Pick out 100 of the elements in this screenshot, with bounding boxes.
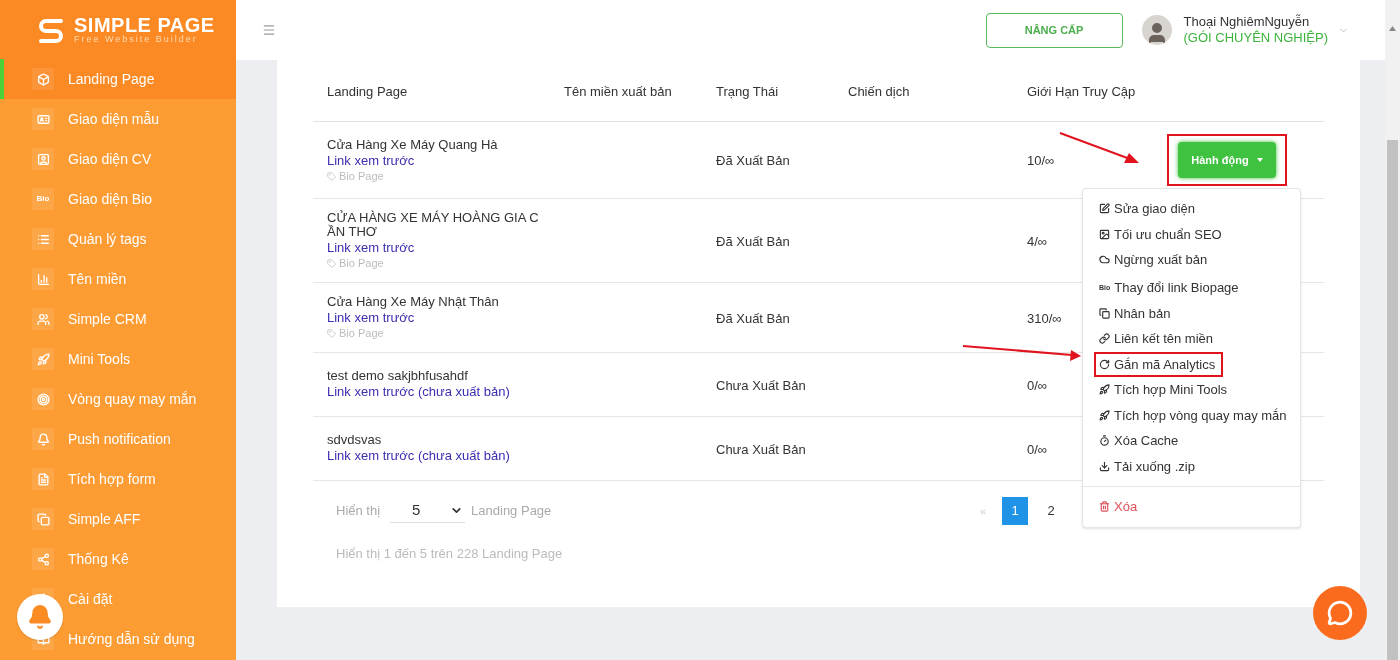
cube-icon <box>36 72 50 86</box>
trash-icon <box>1099 501 1110 513</box>
copy-icon <box>36 512 50 526</box>
bio-icon: Bio <box>36 193 50 205</box>
sidebar-item[interactable]: Bio Giao diện Bio <box>0 179 236 219</box>
preview-link[interactable]: Link xem trước <box>327 151 415 170</box>
preview-link[interactable]: Link xem trước <box>327 309 415 327</box>
previous-page-button[interactable]: « <box>979 502 986 520</box>
sidebar-item-label: Quản lý tags <box>68 229 147 249</box>
avatar[interactable] <box>1141 15 1172 45</box>
logo[interactable]: SIMPLE PAGE Free Website Builder <box>0 0 236 59</box>
user-plan: (GÓI CHUYÊN NGHIỆP) <box>1183 30 1328 46</box>
scroll-up-icon[interactable] <box>1389 26 1396 31</box>
sidebar-item-label: Giao diện CV <box>68 149 152 169</box>
action-button[interactable]: Hành động <box>1178 142 1276 178</box>
column-header: Tên miền xuất bản <box>564 83 672 99</box>
landing-page-name: Cửa Hàng Xe Máy Quang Hà <box>327 137 499 152</box>
menu-item[interactable]: Tích hợp vòng quay may mắn <box>1094 402 1295 428</box>
refresh-icon <box>1099 358 1110 370</box>
sidebar-item-label: Simple AFF <box>68 509 141 529</box>
image-icon <box>1099 228 1110 240</box>
menu-icon[interactable] <box>262 23 276 37</box>
table-cell: 4/∞ <box>1027 233 1048 249</box>
logo-title: SIMPLE PAGE <box>74 15 215 35</box>
table-cell: 10/∞ <box>1027 153 1055 168</box>
sidebar-item[interactable]: Tích hợp form <box>0 459 236 499</box>
menu-item[interactable]: Liên kết tên miền <box>1094 326 1221 352</box>
column-header: Chiến dịch <box>848 83 910 99</box>
sidebar-item[interactable]: Giao diện mẫu <box>0 99 236 139</box>
column-header: Landing Page <box>327 83 408 99</box>
menu-item[interactable]: Nhân bản <box>1094 300 1179 326</box>
sidebar-item[interactable]: Quản lý tags <box>0 219 236 259</box>
tag-label: Bio Page <box>339 327 384 340</box>
sidebar-item[interactable]: Tên miền <box>0 259 236 299</box>
sidebar-item-label: Simple CRM <box>68 309 147 329</box>
logo-subtitle: Free Website Builder <box>74 35 199 44</box>
preview-link[interactable]: Link xem trước <box>327 239 415 257</box>
upgrade-button[interactable]: NÂNG CẤP <box>985 12 1123 48</box>
landing-page-name: Cửa Hàng Xe Máy Nhật Thân <box>327 295 500 309</box>
page-size-select[interactable]: 5 <box>390 499 466 523</box>
chat-icon <box>1327 600 1353 626</box>
preview-link[interactable]: Link xem trước (chưa xuất bản) <box>327 446 510 465</box>
landing-page-name: test demo sakjbhfusahdf <box>327 368 469 383</box>
user-card-icon <box>36 152 50 166</box>
list-icon <box>36 232 50 246</box>
tag-icon <box>327 171 336 181</box>
id-card-icon <box>36 112 50 126</box>
edit-icon <box>1099 203 1110 215</box>
menu-item[interactable]: Tích hợp Mini Tools <box>1094 377 1236 403</box>
sidebar-item[interactable]: Mini Tools <box>0 339 236 379</box>
menu-item[interactable]: Ngừng xuất bản <box>1094 247 1216 273</box>
tag-icon <box>327 259 336 268</box>
caret-icon <box>1256 158 1263 162</box>
preview-link[interactable]: Link xem trước (chưa xuất bản) <box>327 382 510 401</box>
menu-item[interactable]: Xóa Cache <box>1094 428 1187 454</box>
menu-item[interactable]: Xóa <box>1094 494 1146 520</box>
sidebar-item-label: Vòng quay may mắn <box>68 389 197 409</box>
page-button[interactable]: 1 <box>1002 497 1028 525</box>
tag-label: Bio Page <box>339 257 384 270</box>
column-header: Giới Hạn Truy Cập <box>1027 83 1136 99</box>
menu-item[interactable]: Tối ưu chuẩn SEO <box>1094 221 1230 247</box>
show-label: Hiển thị <box>336 502 381 521</box>
sidebar-item-label: Giao diện mẫu <box>68 109 160 129</box>
unit-label: Landing Page <box>471 502 552 521</box>
sidebar-item-label: Tên miền <box>68 269 127 289</box>
sidebar-item[interactable]: Simple AFF <box>0 499 236 539</box>
table-cell: 0/∞ <box>1027 441 1048 457</box>
rocket-icon <box>1099 384 1110 396</box>
table-cell: Đã Xuất Bản <box>716 153 790 168</box>
sidebar-item[interactable]: Giao diện CV <box>0 139 236 179</box>
user-name: Thoại NghiêmNguyễn <box>1183 14 1311 30</box>
sidebar-item[interactable]: Thống Kê <box>0 539 236 579</box>
chat-button[interactable] <box>1313 586 1367 640</box>
timer-icon <box>1099 435 1110 447</box>
sidebar-item[interactable]: Simple CRM <box>0 299 236 339</box>
landing-page-name: CỬA HÀNG XE MÁY HOÀNG GIA CẦN THƠ <box>327 211 540 239</box>
scrollbar[interactable] <box>1385 0 1400 660</box>
sidebar-item[interactable]: Vòng quay may mắn <box>0 379 236 419</box>
table-cell: Chưa Xuất Bản <box>716 377 806 393</box>
table-cell: Đã Xuất Bản <box>716 233 790 249</box>
copy-icon <box>1099 307 1110 319</box>
column-header: Trạng Thái <box>716 83 779 99</box>
menu-item[interactable]: Gắn mã Analytics <box>1094 351 1224 377</box>
summary-text: Hiển thị 1 đến 5 trên 228 Landing Page <box>336 546 563 561</box>
sidebar-item-label: Mini Tools <box>68 349 130 369</box>
users-icon <box>36 312 50 326</box>
rocket-icon <box>1099 409 1110 421</box>
share-icon <box>36 552 50 566</box>
tag-icon <box>327 329 336 338</box>
page-button[interactable]: 2 <box>1038 497 1064 525</box>
bell-icon <box>27 604 53 630</box>
sidebar-item-label: Thống Kê <box>68 549 129 569</box>
sidebar-item[interactable]: Push notification <box>0 419 236 459</box>
target-icon <box>36 392 50 406</box>
table-cell: 310/∞ <box>1027 310 1062 326</box>
menu-item[interactable]: Sửa giao diện <box>1094 196 1203 222</box>
menu-item[interactable]: Tải xuống .zip <box>1094 453 1203 479</box>
rocket-icon <box>36 352 50 366</box>
bar-chart-icon <box>36 272 50 286</box>
sidebar-item[interactable]: Landing Page <box>0 59 236 99</box>
